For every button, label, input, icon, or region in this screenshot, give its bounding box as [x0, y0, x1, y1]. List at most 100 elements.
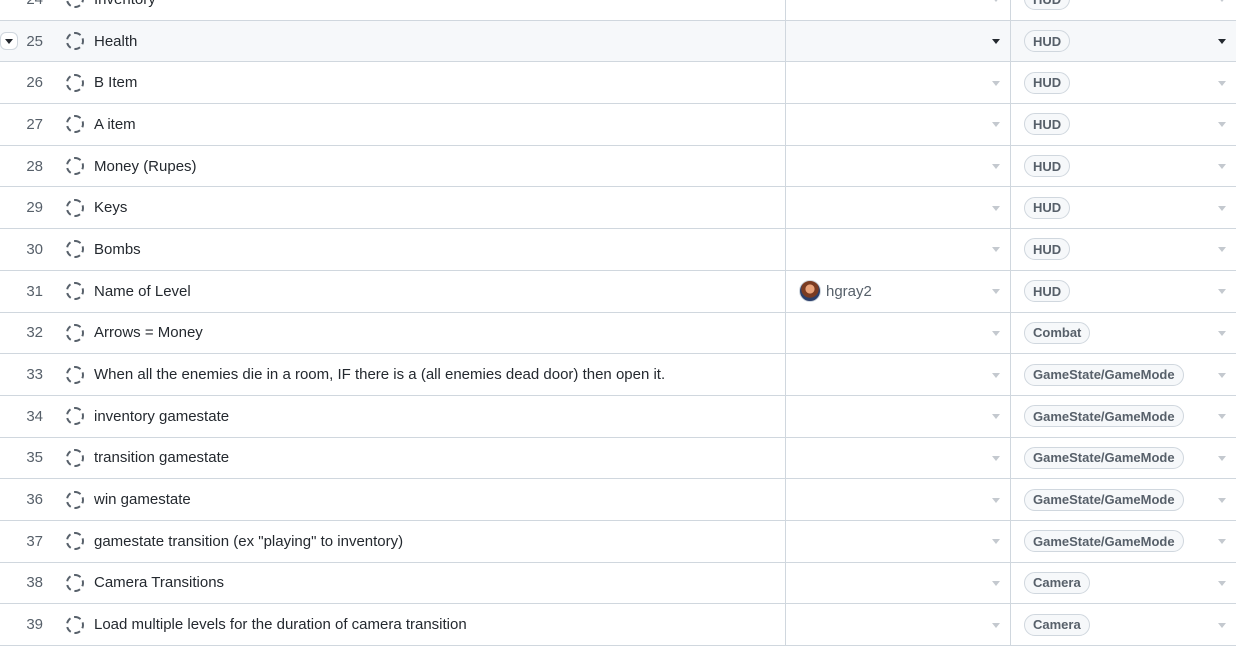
- table-row[interactable]: 35 transition gamestate GameState/GameMode: [0, 437, 1236, 480]
- labels-cell[interactable]: GameState/GameMode: [1010, 437, 1236, 479]
- dropdown-caret-icon[interactable]: [992, 330, 1000, 336]
- dropdown-caret-icon[interactable]: [992, 414, 1000, 420]
- dashed-circle-icon: [66, 573, 84, 592]
- assignees-cell[interactable]: hgray2: [785, 270, 1010, 312]
- table-row[interactable]: 26 B Item HUD: [0, 62, 1236, 105]
- label-badge: Camera: [1024, 571, 1090, 594]
- labels-cell[interactable]: Combat: [1010, 312, 1236, 354]
- assignees-cell[interactable]: [785, 520, 1010, 562]
- table-row[interactable]: 24 Inventory HUD: [0, 0, 1236, 21]
- assignees-cell[interactable]: [785, 0, 1010, 20]
- table-row[interactable]: 29 Keys HUD: [0, 187, 1236, 230]
- assignees-cell[interactable]: [785, 104, 1010, 145]
- dropdown-caret-icon[interactable]: [1218, 164, 1226, 170]
- row-number: 25: [26, 32, 43, 50]
- assignees-cell[interactable]: [785, 395, 1010, 437]
- dropdown-caret-icon[interactable]: [992, 580, 1000, 586]
- labels-cell[interactable]: HUD: [1010, 104, 1236, 145]
- assignees-cell[interactable]: [785, 229, 1010, 270]
- item-title[interactable]: Health: [94, 33, 137, 50]
- table-row[interactable]: 33 When all the enemies die in a room, IF…: [0, 354, 1236, 396]
- table-row[interactable]: 34 inventory gamestate GameState/GameMode: [0, 395, 1236, 438]
- dropdown-caret-icon[interactable]: [1218, 205, 1226, 211]
- table-row[interactable]: 36 win gamestate GameState/GameMode: [0, 479, 1236, 521]
- dropdown-caret-icon[interactable]: [1218, 580, 1226, 586]
- labels-cell[interactable]: GameState/GameMode: [1010, 479, 1236, 520]
- labels-cell[interactable]: Camera: [1010, 562, 1236, 604]
- dropdown-caret-icon[interactable]: [1218, 414, 1226, 420]
- table-row[interactable]: 32 Arrows = Money Combat: [0, 312, 1236, 355]
- dropdown-caret-icon[interactable]: [992, 205, 1000, 211]
- labels-cell[interactable]: HUD: [1010, 229, 1236, 270]
- dropdown-caret-icon[interactable]: [1218, 497, 1226, 503]
- dropdown-caret-icon[interactable]: [992, 455, 1000, 461]
- dropdown-caret-icon[interactable]: [1218, 122, 1226, 128]
- item-title[interactable]: Inventory: [94, 0, 156, 8]
- labels-cell[interactable]: GameState/GameMode: [1010, 520, 1236, 562]
- dropdown-caret-icon[interactable]: [992, 247, 1000, 253]
- assignees-cell[interactable]: [785, 562, 1010, 604]
- assignees-cell[interactable]: [785, 145, 1010, 187]
- assignees-cell[interactable]: [785, 62, 1010, 104]
- item-title[interactable]: Money (Rupes): [94, 158, 197, 175]
- assignees-cell[interactable]: [785, 187, 1010, 229]
- labels-cell[interactable]: GameState/GameMode: [1010, 354, 1236, 395]
- dropdown-caret-icon[interactable]: [1218, 539, 1226, 545]
- table-row[interactable]: 38 Camera Transitions Camera: [0, 562, 1236, 605]
- dropdown-caret-icon[interactable]: [992, 122, 1000, 128]
- labels-cell[interactable]: HUD: [1010, 0, 1236, 20]
- labels-cell[interactable]: HUD: [1010, 62, 1236, 104]
- item-title[interactable]: Keys: [94, 199, 127, 216]
- dropdown-caret-icon[interactable]: [1218, 80, 1226, 86]
- dropdown-caret-icon[interactable]: [992, 497, 1000, 503]
- labels-cell[interactable]: HUD: [1010, 145, 1236, 187]
- table-row[interactable]: 27 A item HUD: [0, 104, 1236, 146]
- dropdown-caret-icon[interactable]: [1218, 330, 1226, 336]
- assignees-cell[interactable]: [785, 312, 1010, 354]
- assignees-cell[interactable]: [785, 604, 1010, 645]
- dropdown-caret-icon[interactable]: [1218, 39, 1226, 45]
- labels-cell[interactable]: GameState/GameMode: [1010, 395, 1236, 437]
- item-title[interactable]: Bombs: [94, 241, 141, 258]
- assignees-cell[interactable]: [785, 437, 1010, 479]
- table-row[interactable]: 30 Bombs HUD: [0, 229, 1236, 271]
- assignees-cell[interactable]: [785, 20, 1010, 62]
- dropdown-caret-icon[interactable]: [1218, 372, 1226, 378]
- item-title[interactable]: Load multiple levels for the duration of…: [94, 616, 467, 633]
- dropdown-caret-icon[interactable]: [1218, 455, 1226, 461]
- table-row[interactable]: 31 Name of Level hgray2 HUD: [0, 270, 1236, 313]
- dropdown-caret-icon[interactable]: [992, 289, 1000, 295]
- dropdown-caret-icon[interactable]: [992, 80, 1000, 86]
- item-title[interactable]: win gamestate: [94, 491, 191, 508]
- item-title[interactable]: When all the enemies die in a room, IF t…: [94, 366, 665, 383]
- labels-cell[interactable]: Camera: [1010, 604, 1236, 645]
- dropdown-caret-icon[interactable]: [992, 0, 1000, 3]
- item-title[interactable]: inventory gamestate: [94, 408, 229, 425]
- item-title[interactable]: gamestate transition (ex "playing" to in…: [94, 533, 403, 550]
- labels-cell[interactable]: HUD: [1010, 270, 1236, 312]
- item-title[interactable]: B Item: [94, 74, 137, 91]
- labels-cell[interactable]: HUD: [1010, 187, 1236, 229]
- dropdown-caret-icon[interactable]: [1218, 289, 1226, 295]
- dropdown-caret-icon[interactable]: [1218, 0, 1226, 3]
- item-title[interactable]: A item: [94, 116, 136, 133]
- labels-cell[interactable]: HUD: [1010, 20, 1236, 62]
- table-row[interactable]: 37 gamestate transition (ex "playing" to …: [0, 520, 1236, 563]
- dropdown-caret-icon[interactable]: [1218, 622, 1226, 628]
- table-row[interactable]: 39 Load multiple levels for the duration …: [0, 604, 1236, 646]
- item-title[interactable]: Arrows = Money: [94, 324, 203, 341]
- assignees-cell[interactable]: [785, 354, 1010, 395]
- assignees-cell[interactable]: [785, 479, 1010, 520]
- table-row[interactable]: 28 Money (Rupes) HUD: [0, 145, 1236, 188]
- item-title[interactable]: transition gamestate: [94, 449, 229, 466]
- item-title[interactable]: Name of Level: [94, 283, 191, 300]
- dropdown-caret-icon[interactable]: [992, 372, 1000, 378]
- item-title[interactable]: Camera Transitions: [94, 574, 224, 591]
- dropdown-caret-icon[interactable]: [992, 539, 1000, 545]
- dropdown-caret-icon[interactable]: [1218, 247, 1226, 253]
- dashed-circle-icon: [66, 532, 84, 551]
- table-row[interactable]: 25 Health HUD: [0, 20, 1236, 63]
- dropdown-caret-icon[interactable]: [992, 39, 1000, 45]
- dropdown-caret-icon[interactable]: [992, 164, 1000, 170]
- dropdown-caret-icon[interactable]: [992, 622, 1000, 628]
